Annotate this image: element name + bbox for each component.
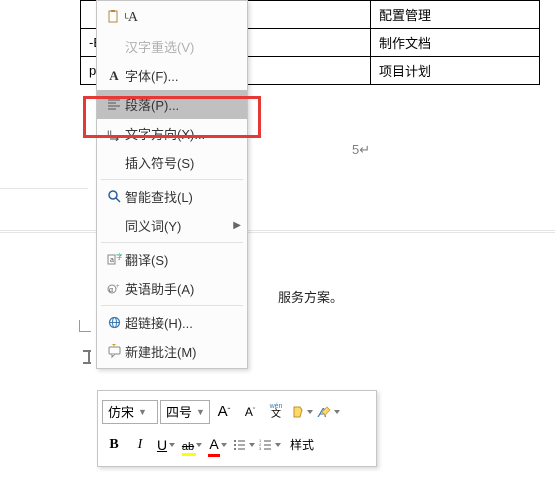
cell[interactable]: 制作文档 — [371, 29, 540, 57]
search-icon — [103, 189, 125, 204]
shrink-font-button[interactable]: Aˇ — [238, 400, 262, 424]
bullets-button[interactable] — [232, 433, 256, 457]
highlight-button[interactable]: ab — [180, 433, 204, 457]
body-text[interactable]: 服务方案。 — [278, 287, 343, 306]
menu-item-font[interactable]: A 字体(F)... — [97, 61, 247, 90]
svg-text:字: 字 — [116, 252, 122, 261]
english-icon: α+ — [103, 281, 125, 296]
font-name-value: 仿宋 — [108, 402, 134, 421]
numbering-button[interactable]: 123 — [258, 433, 282, 457]
svg-text:3: 3 — [259, 446, 262, 451]
bold-button[interactable]: B — [102, 433, 126, 457]
menu-item-smart-lookup[interactable]: 智能查找(L) — [97, 182, 247, 211]
text-cursor — [86, 350, 88, 364]
menu-item-text-direction[interactable]: II 文字方向(X)... — [97, 119, 247, 148]
styles-button[interactable]: 样式 — [284, 433, 320, 457]
font-a-icon: A — [103, 68, 125, 84]
menu-item-paste-options[interactable]: ᴸA — [97, 3, 247, 32]
svg-text:✦: ✦ — [111, 344, 117, 349]
text-direction-icon: II — [103, 127, 125, 141]
italic-button[interactable]: I — [128, 433, 152, 457]
cell[interactable]: 项目计划 — [371, 57, 540, 85]
menu-item-insert-symbol[interactable]: 插入符号(S) — [97, 148, 247, 177]
menu-item-synonym[interactable]: 同义词(Y) ▶ — [97, 211, 247, 240]
menu-separator — [101, 179, 243, 180]
styles-quick-button[interactable]: A — [316, 400, 340, 424]
svg-text:+: + — [116, 284, 120, 290]
svg-text:II: II — [107, 129, 112, 139]
clipboard-icon — [103, 10, 125, 26]
comment-icon: ✦ — [103, 344, 125, 359]
translate-icon: a字 — [103, 252, 125, 267]
format-painter-button[interactable] — [290, 400, 314, 424]
menu-separator — [101, 242, 243, 243]
mini-toolbar: 仿宋 ▼ 四号 ▼ Aˆ Aˇ wén 文 A B I U ab A 123 — [97, 390, 377, 467]
context-menu: ᴸA 汉字重选(V) A 字体(F)... 段落(P)... II 文字方向(X… — [96, 0, 248, 369]
underline-button[interactable]: U — [154, 433, 178, 457]
chevron-down-icon: ▼ — [196, 407, 205, 417]
menu-item-hyperlink[interactable]: 超链接(H)... — [97, 308, 247, 337]
menu-item-paragraph[interactable]: 段落(P)... — [97, 90, 247, 119]
page-corner-mark — [79, 320, 91, 332]
menu-item-english-assistant[interactable]: α+ 英语助手(A) — [97, 274, 247, 303]
font-name-dropdown[interactable]: 仿宋 ▼ — [102, 400, 158, 424]
svg-text:α: α — [109, 287, 113, 294]
phonetic-guide-button[interactable]: wén 文 — [264, 400, 288, 424]
menu-item-reselect: 汉字重选(V) — [97, 32, 247, 61]
hyperlink-icon — [103, 315, 125, 330]
page-separator — [0, 230, 555, 231]
font-color-button[interactable]: A — [206, 433, 230, 457]
submenu-arrow-icon: ▶ — [233, 220, 241, 231]
menu-item-translate[interactable]: a字 翻译(S) — [97, 245, 247, 274]
cell[interactable]: 配置管理 — [371, 1, 540, 29]
paragraph-icon — [103, 98, 125, 112]
page-separator — [0, 232, 555, 233]
paste-as-label: ᴸA — [125, 10, 241, 26]
chevron-down-icon: ▼ — [138, 407, 147, 417]
font-size-value: 四号 — [166, 402, 192, 421]
menu-separator — [101, 305, 243, 306]
grow-font-button[interactable]: Aˆ — [212, 400, 236, 424]
paragraph-mark: 5↵ — [352, 142, 370, 158]
menu-item-new-comment[interactable]: ✦ 新建批注(M) — [97, 337, 247, 366]
font-size-dropdown[interactable]: 四号 ▼ — [160, 400, 210, 424]
svg-text:a: a — [110, 257, 114, 264]
page-separator — [0, 188, 88, 189]
